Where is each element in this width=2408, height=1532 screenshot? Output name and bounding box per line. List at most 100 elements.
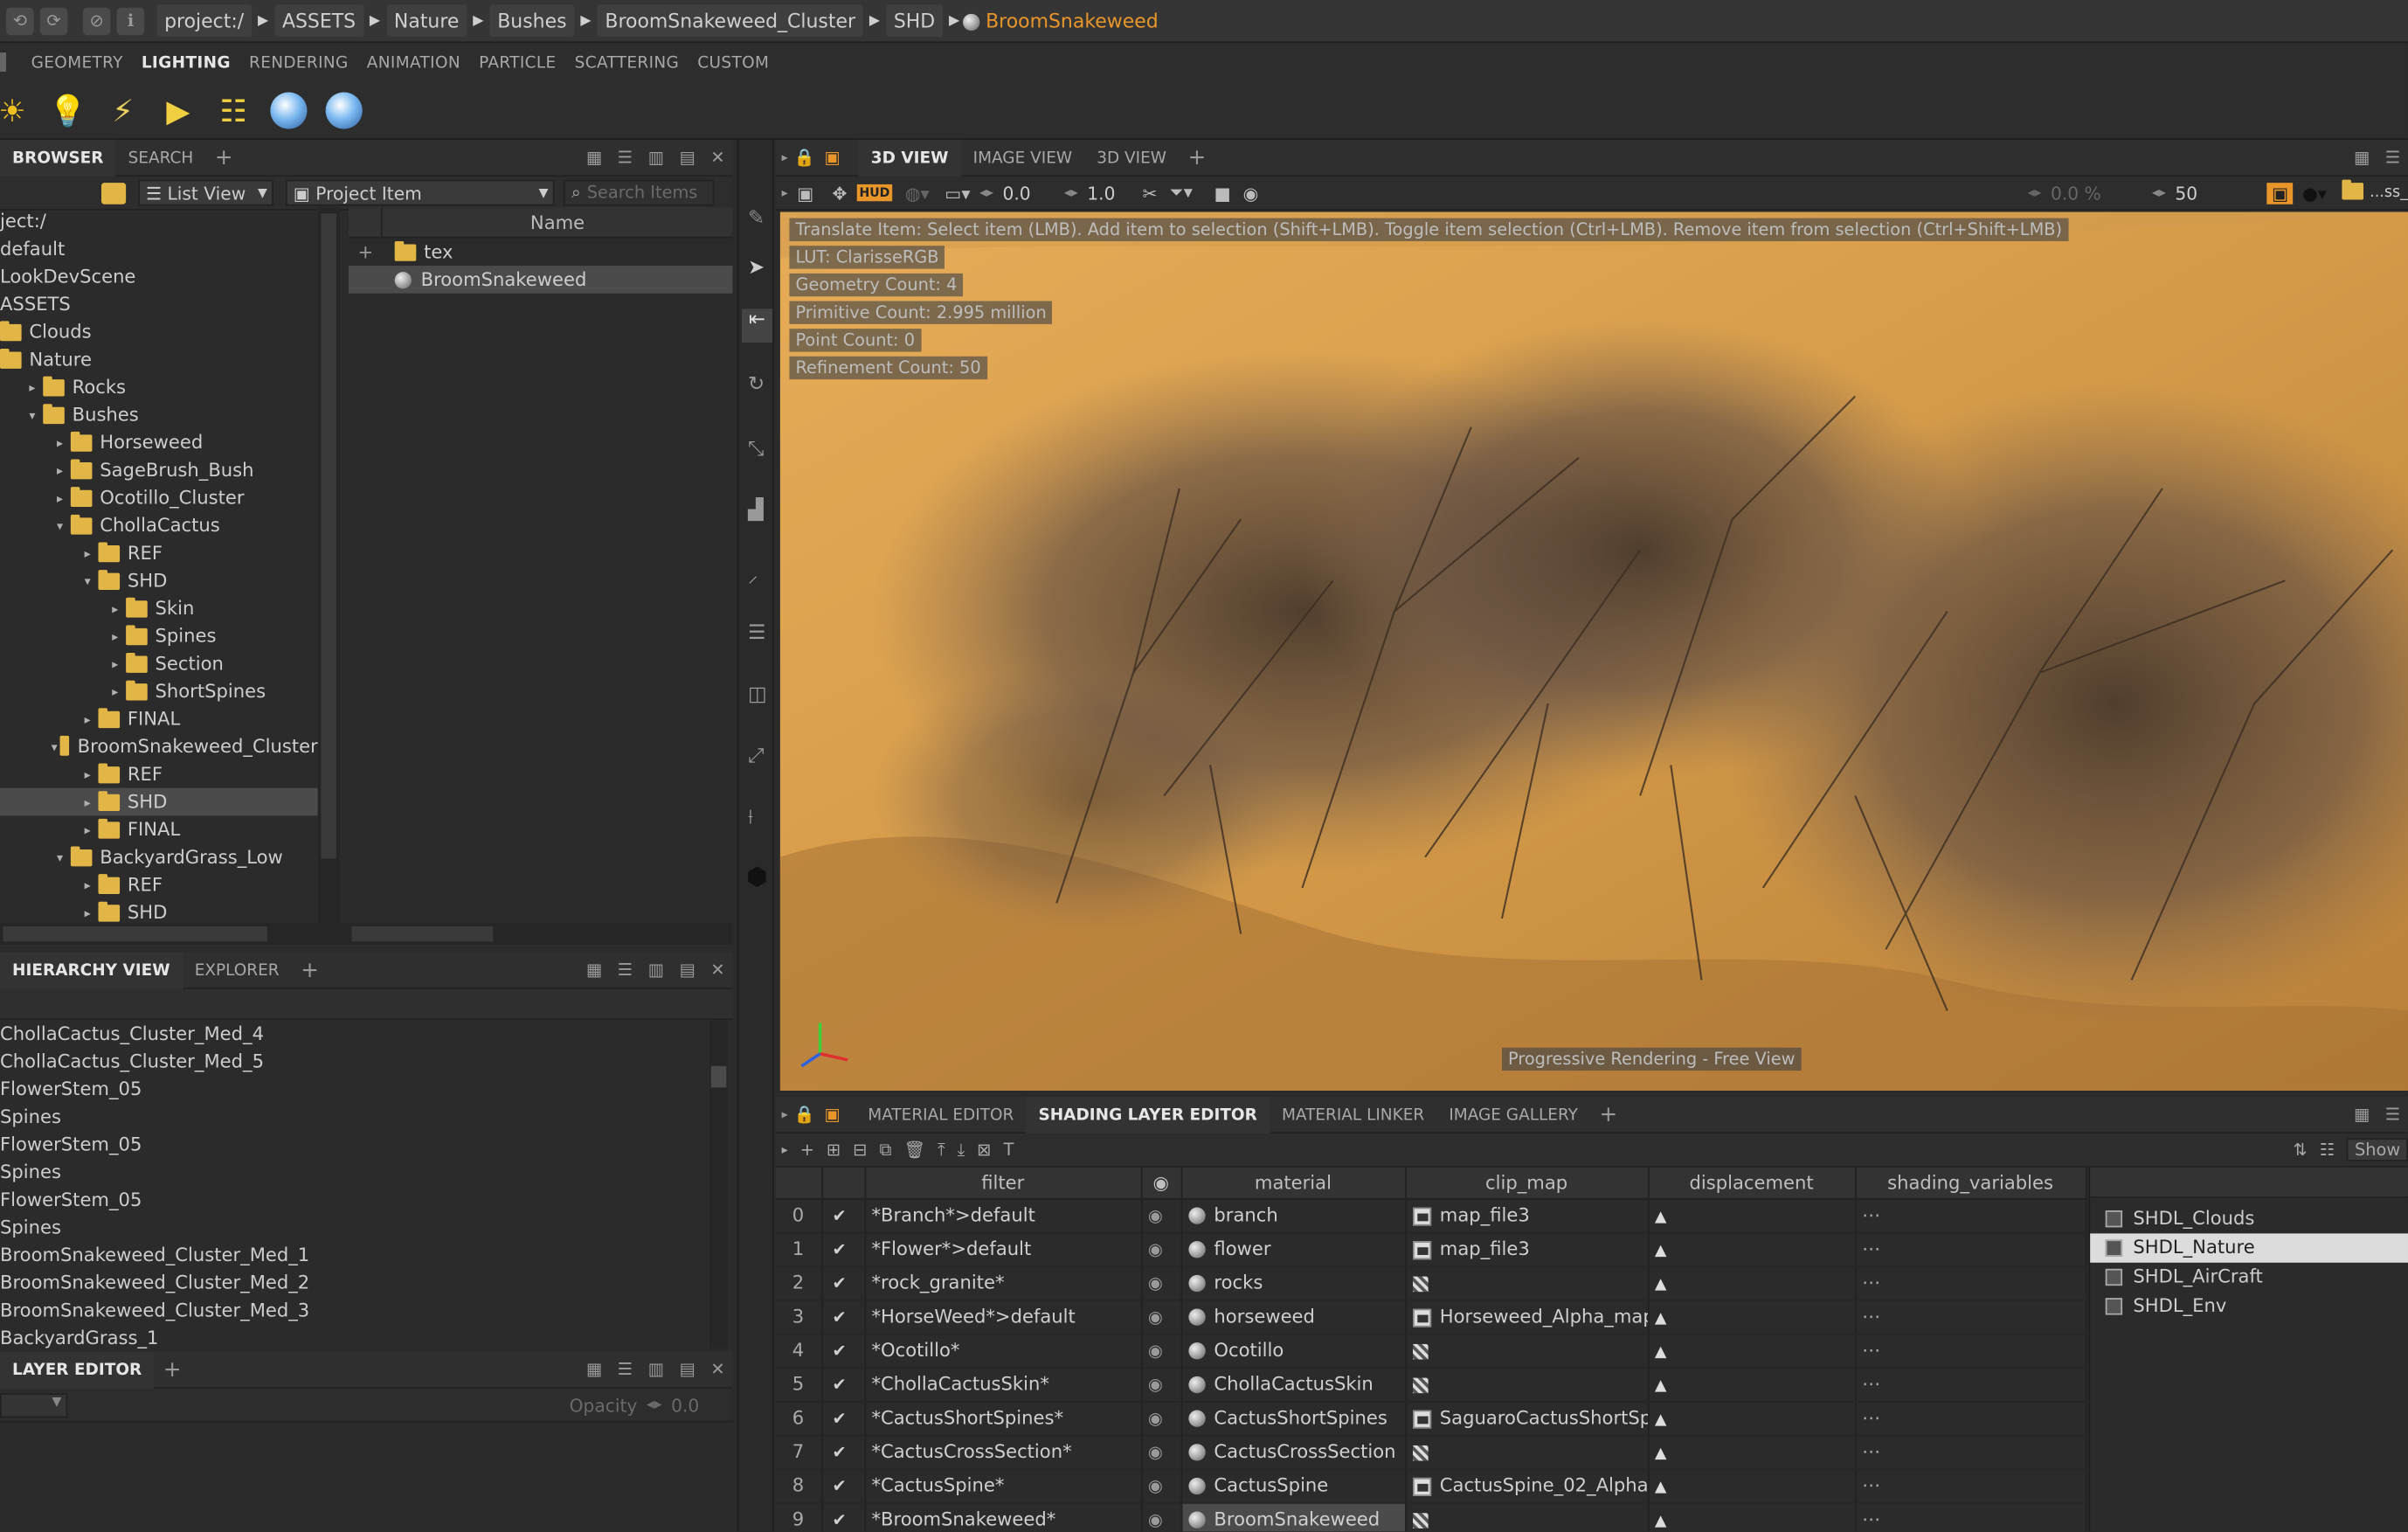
breadcrumb-item[interactable]: project:/ xyxy=(156,4,252,38)
list-item[interactable]: BroomSnakeweed xyxy=(348,266,733,294)
tab-hierarchy[interactable]: HIERARCHY VIEW xyxy=(0,951,183,989)
menu-icon[interactable]: ▤ xyxy=(680,960,695,981)
tab-browser[interactable]: BROWSER xyxy=(0,139,116,177)
pencil-icon[interactable]: ✎ xyxy=(748,207,765,230)
rule-enabled-checkbox[interactable]: ✔ xyxy=(821,1265,866,1300)
collapsed-arrow-icon[interactable]: ▸ xyxy=(77,546,99,560)
arrow-icon[interactable]: ▸ xyxy=(782,150,788,164)
expanded-arrow-icon[interactable]: ▾ xyxy=(22,408,44,422)
tree-row[interactable]: ▾ BackyardGrass_Low xyxy=(0,843,318,871)
close-icon[interactable]: ✕ xyxy=(710,148,724,168)
add-tab-icon[interactable]: + xyxy=(163,1357,182,1382)
lock-icon[interactable]: 🔒 xyxy=(794,148,815,168)
hierarchy-row[interactable]: FlowerStem_05 xyxy=(0,1186,709,1214)
save-icon[interactable]: ▣ xyxy=(797,182,813,204)
insert-rule-icon[interactable]: ⊞ xyxy=(827,1140,841,1160)
tab-3d-view-2[interactable]: 3D VIEW xyxy=(1084,139,1179,176)
rule-visible-toggle[interactable]: ◉ xyxy=(1140,1299,1182,1334)
rule-shading-variables[interactable]: ⋯ xyxy=(1855,1468,2086,1503)
rule-clip-map[interactable]: map_file3 xyxy=(1405,1197,1649,1233)
paint-icon[interactable]: ▟ xyxy=(748,499,764,522)
rule-filter[interactable]: *CactusSpine* xyxy=(864,1468,1142,1503)
rule-enabled-checkbox[interactable]: ✔ xyxy=(821,1400,866,1436)
scale-value[interactable]: 1.0 xyxy=(1087,182,1133,204)
snap-icon[interactable]: ◫ xyxy=(748,683,767,706)
percent-value[interactable]: 0.0 % xyxy=(2051,182,2142,204)
hierarchy-row[interactable]: BroomSnakeweed_Cluster_Med_3 xyxy=(0,1296,709,1324)
expanded-arrow-icon[interactable]: ▾ xyxy=(49,739,59,753)
hud-toggle[interactable]: HUD xyxy=(855,184,893,202)
rule-visible-toggle[interactable]: ◉ xyxy=(1140,1197,1182,1233)
collapsed-arrow-icon[interactable]: ▸ xyxy=(77,877,99,891)
rule-material[interactable]: flower xyxy=(1180,1231,1407,1267)
rule-displacement[interactable]: ▲ xyxy=(1647,1265,1857,1300)
rule-visible-toggle[interactable]: ◉ xyxy=(1140,1434,1182,1470)
opacity-slider-icon[interactable]: ◂▸ xyxy=(647,1397,662,1413)
opacity-value[interactable]: 0.0 xyxy=(671,1394,732,1416)
rule-displacement[interactable]: ▲ xyxy=(1647,1197,1857,1233)
rule-clip-map[interactable] xyxy=(1405,1367,1649,1402)
breadcrumb-item[interactable]: Nature xyxy=(386,4,467,38)
rule-clip-map[interactable]: CactusSpine_02_Alpha_m xyxy=(1405,1468,1649,1503)
filter-dropdown[interactable]: ▣ Project Item ▼ xyxy=(285,179,555,206)
rule-material[interactable]: CactusShortSpines xyxy=(1180,1400,1407,1436)
offset-value[interactable]: 0.0 xyxy=(1003,182,1049,204)
columns-icon[interactable]: ▥ xyxy=(648,960,664,981)
tools-icon[interactable]: ✂ xyxy=(1143,182,1158,204)
render-viewport[interactable]: Translate Item: Select item (LMB). Add i… xyxy=(779,211,2408,1091)
rule-visible-toggle[interactable]: ◉ xyxy=(1140,1468,1182,1503)
grid-icon[interactable]: ▦ xyxy=(586,148,602,168)
tree-row[interactable]: ▾ SHD xyxy=(0,567,318,595)
breadcrumb-current[interactable]: BroomSnakeweed xyxy=(962,10,1159,32)
rule-shading-variables[interactable]: ⋯ xyxy=(1855,1367,2086,1402)
collapsed-arrow-icon[interactable]: ▸ xyxy=(77,822,99,836)
layer-dropdown[interactable]: ▼ xyxy=(0,1392,68,1418)
filter-icon[interactable]: ⏷▾ xyxy=(1170,181,1193,204)
brush-icon[interactable]: ⸝ xyxy=(748,561,758,588)
tree-row[interactable]: ▸ Rocks xyxy=(0,373,318,401)
view-mode-dropdown[interactable]: ☰ List View ▼ xyxy=(138,179,273,206)
breadcrumb-item[interactable]: Bushes xyxy=(489,4,575,38)
rule-row[interactable]: 9 ✔ *BroomSnakeweed* ◉ BroomSnakeweed ▲ ⋯ xyxy=(775,1501,2086,1532)
shading-layer-item[interactable]: SHDL_Env xyxy=(2090,1292,2408,1321)
move-icon[interactable]: ⤢ xyxy=(748,745,764,767)
rule-row[interactable]: 6 ✔ *CactusShortSpines* ◉ CactusShortSpines S… xyxy=(775,1400,2086,1436)
rule-filter[interactable]: *BroomSnakeweed* xyxy=(864,1501,1142,1532)
add-tab-icon[interactable]: + xyxy=(215,145,233,170)
browser-hscroll[interactable] xyxy=(0,923,733,945)
collapsed-arrow-icon[interactable]: ▸ xyxy=(49,491,71,505)
tree-row[interactable]: ASSETS xyxy=(0,290,318,318)
samples-value[interactable]: 50 xyxy=(2175,182,2260,204)
sort-icon[interactable]: ⇅ xyxy=(2294,1140,2308,1160)
camera-icon[interactable]: ■ xyxy=(1214,182,1231,204)
collapsed-arrow-icon[interactable]: ▸ xyxy=(77,795,99,809)
rule-row[interactable]: 8 ✔ *CactusSpine* ◉ CactusSpine CactusSpine_0… xyxy=(775,1468,2086,1503)
tree-row[interactable]: ▸ Spines xyxy=(0,622,318,650)
rule-material[interactable]: CactusCrossSection xyxy=(1180,1434,1407,1470)
columns-icon[interactable]: ▥ xyxy=(648,1360,664,1380)
list-icon[interactable]: ☰ xyxy=(2385,1105,2400,1125)
rule-displacement[interactable]: ▲ xyxy=(1647,1468,1857,1503)
rule-row[interactable]: 5 ✔ *ChollaCactusSkin* ◉ ChollaCactusSkin ▲ ⋯ xyxy=(775,1367,2086,1402)
rule-filter[interactable]: *rock_granite* xyxy=(864,1265,1142,1300)
rule-clip-map[interactable] xyxy=(1405,1333,1649,1369)
show-button[interactable]: Show xyxy=(2347,1138,2408,1161)
tab-scattering[interactable]: SCATTERING xyxy=(575,54,680,73)
collapsed-arrow-icon[interactable]: ▸ xyxy=(77,712,99,726)
tab-particle[interactable]: PARTICLE xyxy=(479,54,556,73)
rule-row[interactable]: 2 ✔ *rock_granite* ◉ rocks ▲ ⋯ xyxy=(775,1265,2086,1300)
lock-icon[interactable]: 🔒 xyxy=(794,1105,815,1125)
rule-shading-variables[interactable]: ⋯ xyxy=(1855,1231,2086,1267)
duplicate-icon[interactable]: ⧉ xyxy=(880,1139,892,1161)
hex-icon[interactable]: ⬢ xyxy=(746,862,768,891)
text-icon[interactable]: T xyxy=(1004,1140,1014,1160)
add-rule-icon[interactable]: + xyxy=(800,1140,814,1160)
hierarchy-row[interactable]: Spines xyxy=(0,1214,709,1242)
list-icon[interactable]: ☰ xyxy=(618,1360,633,1380)
rule-material[interactable]: CactusSpine xyxy=(1180,1468,1407,1503)
rule-shading-variables[interactable]: ⋯ xyxy=(1855,1265,2086,1300)
grid-icon[interactable]: ▦ xyxy=(2354,148,2370,168)
stop-icon[interactable]: ⊘ xyxy=(82,6,111,35)
tree-row[interactable]: ▸ SHD xyxy=(0,787,318,816)
tree-row[interactable]: Nature xyxy=(0,345,318,373)
